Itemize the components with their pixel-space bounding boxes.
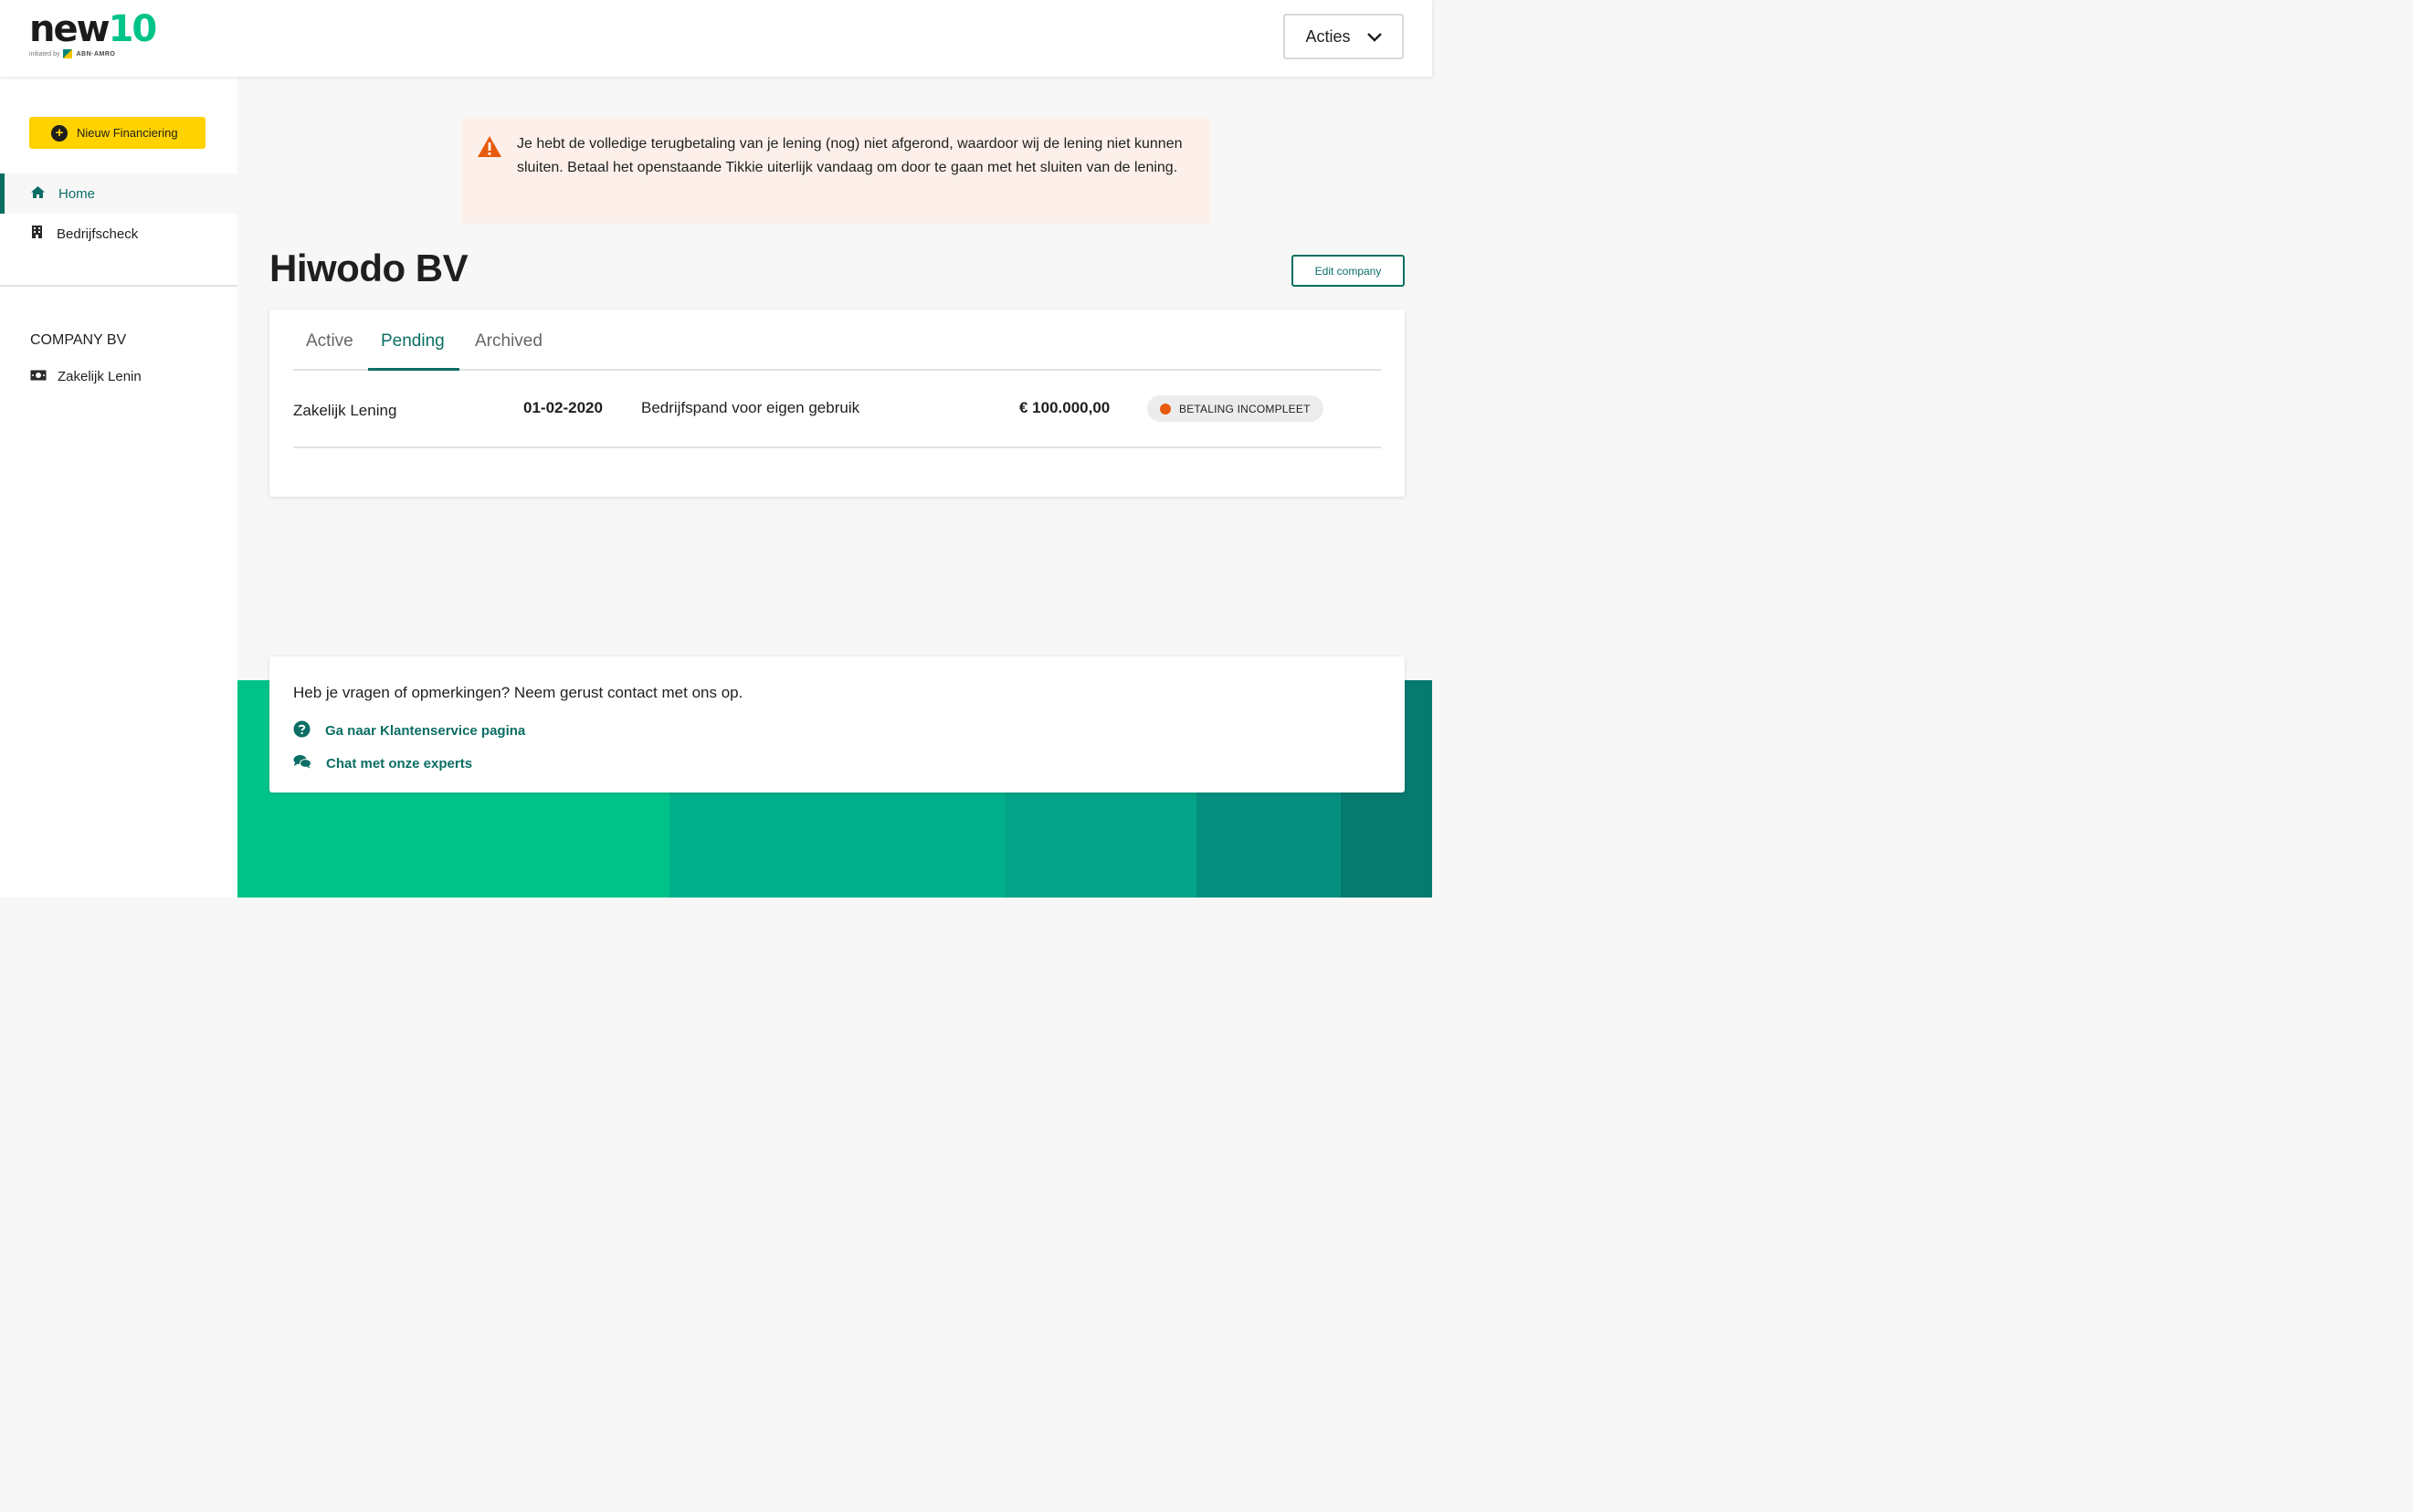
partner-name: ABN·AMRO [76,50,116,58]
tab-active-loans[interactable]: Active [306,331,353,352]
logo-text-10: 10 [108,8,158,50]
page-title: Hiwodo BV [269,247,469,289]
sidebar-item-zakelijk-lening[interactable]: Zakelijk Lenin [30,369,142,384]
top-header: new10 initiated by ABN·AMRO Acties [0,0,1432,77]
home-icon [30,185,46,203]
logo-text-new: new [29,8,111,50]
payment-alert: Je hebt de volledige terugbetaling van j… [461,117,1211,224]
alert-message: Je hebt de volledige terugbetaling van j… [517,136,1183,175]
loans-card: Active Pending Archived Zakelijk Lening … [269,310,1405,497]
tab-archived-loans[interactable]: Archived [475,331,543,352]
sidebar-item-label: Zakelijk Lenin [58,369,142,384]
status-dot-icon [1160,403,1171,415]
sidebar-item-label: Home [58,185,96,202]
customer-service-label: Ga naar Klantenservice pagina [325,723,526,739]
chat-experts-label: Chat met onze experts [326,755,473,772]
actions-label: Acties [1305,26,1351,46]
chat-icon [293,754,311,772]
sidebar-item-home[interactable]: Home [0,173,237,214]
building-icon [30,225,44,243]
status-label: BETALING INCOMPLEET [1179,402,1311,415]
logo-wordmark: new10 [29,8,158,50]
sidebar: + Nieuw Financiering Home Bedrijfscheck … [0,77,237,898]
sidebar-item-label: Bedrijfscheck [57,226,139,242]
sidebar-divider [0,285,237,287]
loan-product: Zakelijk Lening [293,402,397,419]
tab-pending-loans[interactable]: Pending [381,331,445,352]
warning-icon [477,135,502,163]
company-section-title: COMPANY BV [30,332,127,348]
loan-amount: € 100.000,00 [1019,399,1111,416]
loan-purpose: Bedrijfspand voor eigen gebruik [641,399,860,416]
chat-experts-link[interactable]: Chat met onze experts [293,754,472,772]
tagline-text: initiated by [29,50,60,58]
new-financing-button[interactable]: + Nieuw Financiering [29,117,205,149]
question-circle-icon [293,720,311,741]
customer-service-link[interactable]: Ga naar Klantenservice pagina [293,720,525,741]
edit-company-button[interactable]: Edit company [1291,255,1405,287]
loan-date: 01-02-2020 [523,399,603,416]
help-title: Heb je vragen of opmerkingen? Neem gerus… [293,684,743,701]
logo-tagline: initiated by ABN·AMRO [29,49,155,58]
actions-dropdown[interactable]: Acties [1283,14,1404,59]
chevron-down-icon [1366,27,1382,47]
tab-selected-indicator [368,368,459,371]
status-badge: BETALING INCOMPLEET [1147,395,1323,422]
row-divider [293,446,1381,448]
sidebar-item-bedrijfscheck[interactable]: Bedrijfscheck [0,214,237,254]
new-financing-label: Nieuw Financiering [77,126,178,140]
money-icon [30,369,47,384]
help-card: Heb je vragen of opmerkingen? Neem gerus… [269,656,1405,793]
plus-circle-icon: + [51,124,68,142]
abn-amro-shield-icon [63,49,73,58]
new10-logo[interactable]: new10 initiated by ABN·AMRO [29,8,158,58]
